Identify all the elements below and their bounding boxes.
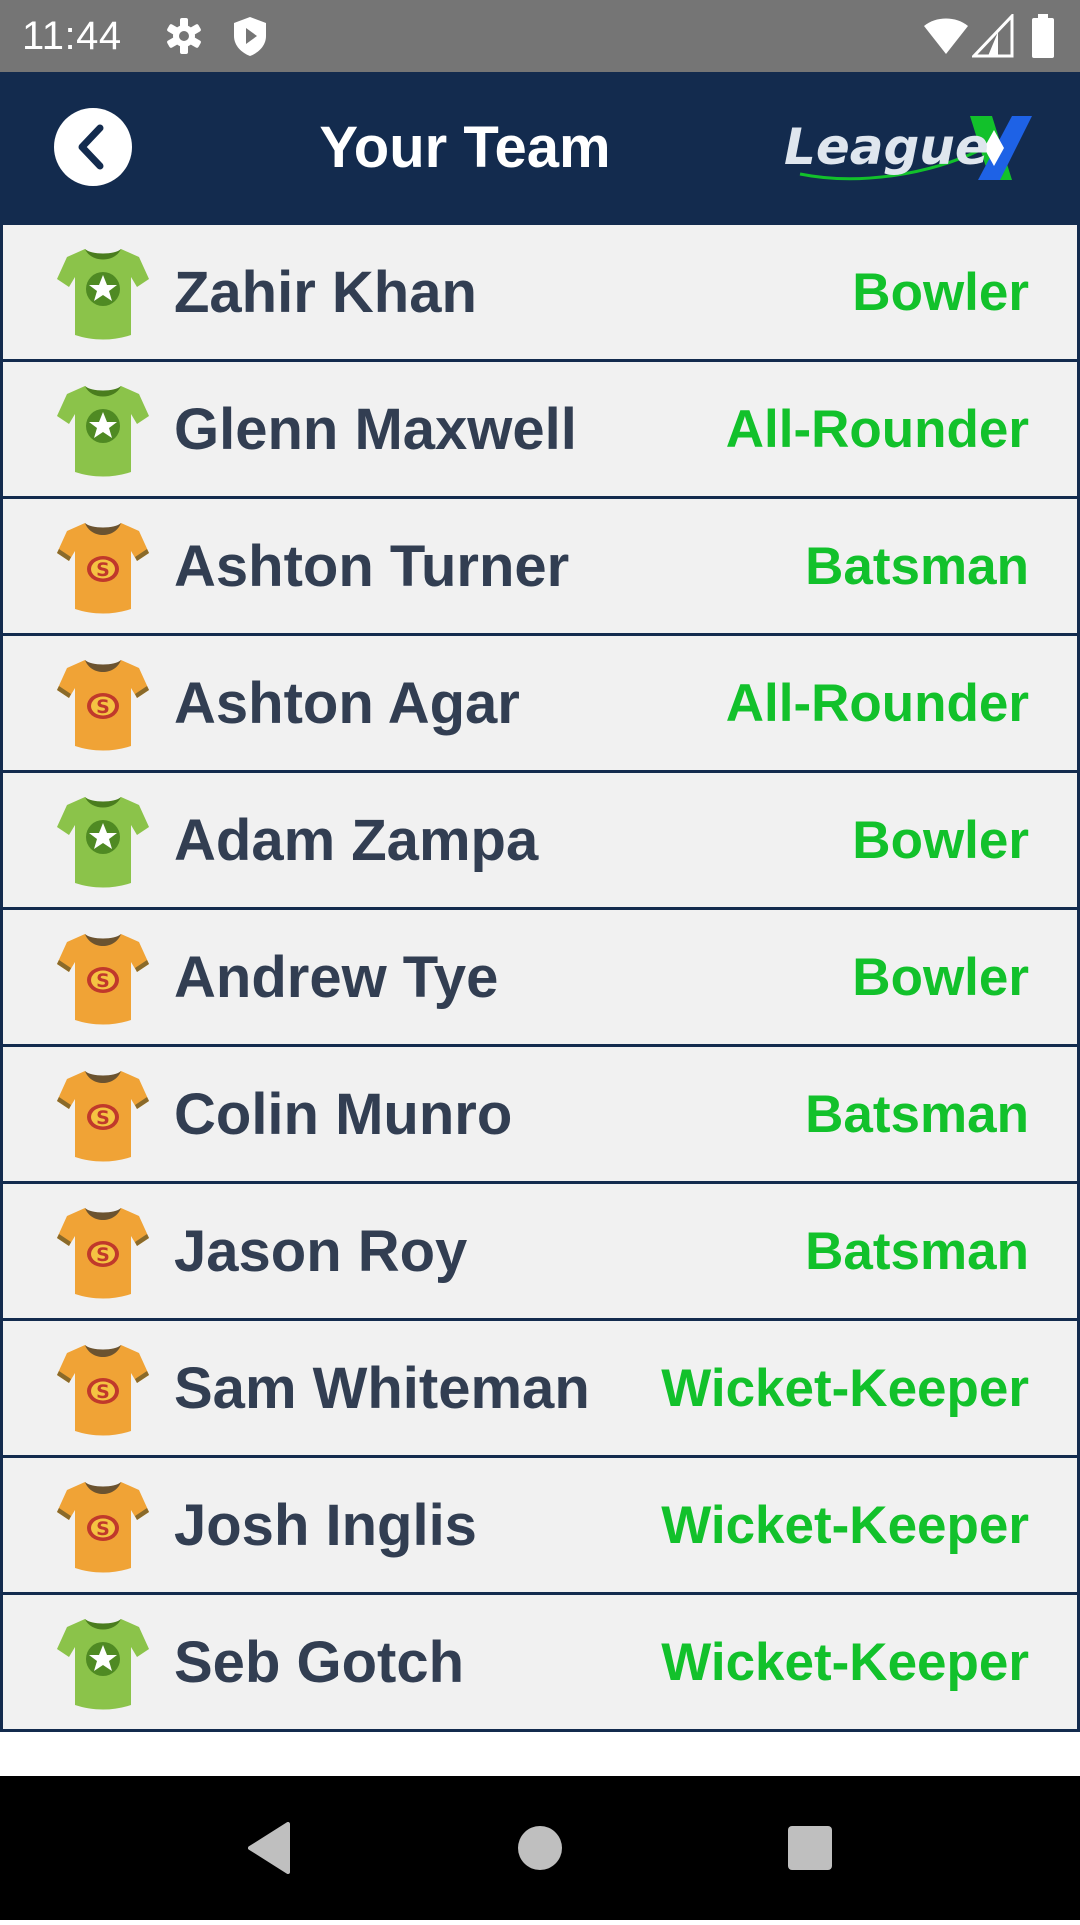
orange-s-jersey-icon: S (55, 1065, 151, 1163)
player-row[interactable]: S Josh Inglis Wicket-Keeper (0, 1458, 1080, 1595)
orange-s-jersey-icon: S (55, 1476, 151, 1574)
player-role: Wicket-Keeper (661, 1496, 1029, 1555)
player-name: Adam Zampa (174, 808, 539, 873)
svg-text:S: S (96, 970, 110, 992)
wifi-icon (924, 18, 968, 54)
orange-s-jersey-icon: S (55, 517, 151, 615)
svg-text:S: S (96, 1518, 110, 1540)
player-name: Seb Gotch (174, 1630, 465, 1695)
player-name: Andrew Tye (174, 945, 499, 1010)
app-bar: Your Team League (0, 72, 1080, 224)
player-row[interactable]: S Jason Roy Batsman (0, 1184, 1080, 1321)
shield-icon (234, 17, 266, 56)
orange-s-jersey-icon: S (55, 1202, 151, 1300)
nav-home-button[interactable] (470, 1776, 610, 1920)
player-row[interactable]: Adam Zampa Bowler (0, 773, 1080, 910)
cell-signal-icon (972, 14, 1014, 58)
player-row[interactable]: Zahir Khan Bowler (0, 224, 1080, 362)
player-role: Bowler (852, 263, 1029, 322)
player-role: All-Rounder (725, 400, 1029, 459)
recents-square-icon (788, 1826, 832, 1870)
logo-text: League (784, 118, 989, 176)
player-row[interactable]: Seb Gotch Wicket-Keeper (0, 1595, 1080, 1732)
svg-text:S: S (96, 559, 110, 581)
player-row[interactable]: S Ashton Agar All-Rounder (0, 636, 1080, 773)
back-triangle-icon (248, 1822, 290, 1874)
player-role: Batsman (805, 1085, 1029, 1144)
player-role: Batsman (805, 1222, 1029, 1281)
player-role: Wicket-Keeper (661, 1633, 1029, 1692)
nav-recents-button[interactable] (740, 1776, 880, 1920)
svg-text:S: S (96, 1381, 110, 1403)
status-bar: 11:44 (0, 0, 1080, 72)
nav-back-button[interactable] (200, 1776, 340, 1920)
player-role: All-Rounder (725, 674, 1029, 733)
gear-icon (167, 18, 201, 54)
orange-s-jersey-icon: S (55, 928, 151, 1026)
svg-text:S: S (96, 1244, 110, 1266)
green-star-jersey-icon (55, 1613, 151, 1711)
svg-text:S: S (96, 696, 110, 718)
status-time: 11:44 (22, 14, 122, 58)
battery-icon (1032, 14, 1054, 58)
player-row[interactable]: Glenn Maxwell All-Rounder (0, 362, 1080, 499)
player-row[interactable]: S Sam Whiteman Wicket-Keeper (0, 1321, 1080, 1458)
player-row[interactable]: S Ashton Turner Batsman (0, 499, 1080, 636)
player-list: Zahir Khan Bowler Glenn Maxwell All-Rounde… (0, 224, 1080, 1732)
player-name: Sam Whiteman (174, 1356, 590, 1421)
player-name: Ashton Agar (174, 671, 520, 736)
player-name: Zahir Khan (174, 260, 477, 325)
player-name: Ashton Turner (174, 534, 570, 599)
svg-text:S: S (96, 1107, 110, 1129)
green-star-jersey-icon (55, 380, 151, 478)
player-name: Jason Roy (174, 1219, 468, 1284)
player-role: Batsman (805, 537, 1029, 596)
player-name: Colin Munro (174, 1082, 513, 1147)
player-name: Josh Inglis (174, 1493, 477, 1558)
home-circle-icon (518, 1826, 562, 1870)
player-role: Bowler (852, 948, 1029, 1007)
green-star-jersey-icon (55, 243, 151, 341)
league-logo: League (780, 110, 1040, 190)
green-star-jersey-icon (55, 791, 151, 889)
player-role: Bowler (852, 811, 1029, 870)
orange-s-jersey-icon: S (55, 1339, 151, 1437)
orange-s-jersey-icon: S (55, 654, 151, 752)
player-role: Wicket-Keeper (661, 1359, 1029, 1418)
player-row[interactable]: S Colin Munro Batsman (0, 1047, 1080, 1184)
navigation-bar (0, 1776, 1080, 1920)
player-name: Glenn Maxwell (174, 397, 577, 462)
player-row[interactable]: S Andrew Tye Bowler (0, 910, 1080, 1047)
